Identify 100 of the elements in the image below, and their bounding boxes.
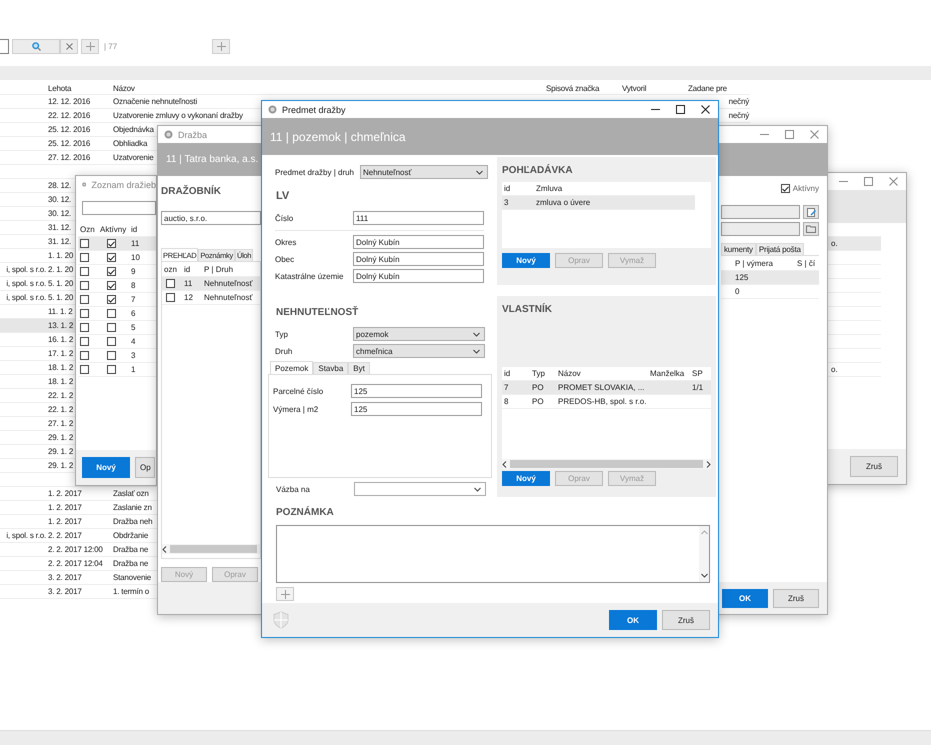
edit-button[interactable] (803, 205, 819, 219)
search-field[interactable] (82, 201, 156, 215)
column-header[interactable]: Zadane pre (687, 84, 728, 92)
checkbox[interactable] (80, 253, 89, 262)
column-header[interactable]: P | výmera (733, 259, 775, 268)
select-field[interactable] (354, 482, 486, 496)
checkbox[interactable] (80, 337, 89, 346)
button[interactable]: Zruš (773, 589, 819, 608)
column-header[interactable]: Názov (112, 84, 136, 92)
checkbox[interactable] (80, 267, 89, 276)
checkbox[interactable] (107, 365, 116, 374)
column-header[interactable]: id (502, 369, 512, 378)
column-header[interactable]: Spisová značka (545, 84, 600, 92)
checkbox[interactable] (780, 184, 790, 193)
checkbox[interactable] (166, 279, 175, 288)
column-header[interactable]: ozn (162, 265, 179, 274)
text-field[interactable] (721, 205, 800, 219)
checkbox[interactable] (107, 337, 116, 346)
note-field[interactable] (276, 525, 710, 583)
text-field[interactable] (721, 222, 800, 236)
checkbox[interactable] (166, 293, 175, 302)
column-header[interactable]: Typ (530, 369, 547, 378)
column-header[interactable]: Názov (556, 369, 583, 378)
text-field[interactable]: Dolný Kubín (353, 252, 484, 266)
checkbox[interactable] (80, 351, 89, 360)
table-cell-text: 9 (130, 267, 136, 276)
checkbox[interactable] (80, 239, 89, 248)
section-heading: POZNÁMKA (276, 507, 334, 518)
column-header[interactable]: Vytvoril (621, 84, 648, 92)
clear-button[interactable] (60, 39, 78, 54)
add-button[interactable] (276, 587, 294, 601)
tab[interactable]: kumenty (721, 243, 756, 255)
close-icon (889, 177, 898, 186)
column-header[interactable]: Manželka (648, 369, 686, 378)
checkbox[interactable] (80, 309, 89, 318)
checkbox[interactable] (80, 323, 89, 332)
checkbox[interactable] (80, 365, 89, 374)
field-label: Katastrálne územie (275, 272, 344, 280)
column-header[interactable]: S | čí (795, 259, 818, 268)
add-button[interactable] (212, 39, 230, 54)
table-cell-text: 8 (130, 281, 136, 290)
text-field[interactable]: 125 (351, 402, 482, 416)
column-header[interactable]: id (182, 265, 192, 274)
column-header[interactable]: Ozn (78, 225, 97, 234)
folder-button[interactable] (803, 222, 819, 236)
column-header[interactable]: id (502, 184, 512, 193)
scrollbar[interactable] (502, 459, 711, 469)
select-field[interactable]: Nehnuteľnosť (360, 165, 488, 179)
checkbox[interactable] (107, 281, 116, 290)
checkbox[interactable] (107, 351, 116, 360)
maximize-icon (864, 177, 873, 186)
table-cell: Objednávka (112, 125, 155, 134)
window-title: Predmet dražby (282, 104, 346, 114)
checkbox[interactable] (107, 239, 116, 248)
field-label: Druh (275, 346, 294, 356)
button[interactable]: Zruš (662, 610, 710, 630)
tab[interactable]: Pozemok (270, 361, 314, 374)
checkbox[interactable] (107, 323, 116, 332)
checkbox[interactable] (107, 253, 116, 262)
text-field[interactable]: Dolný Kubín (353, 235, 484, 249)
button[interactable]: OK (722, 589, 768, 608)
table-cell: Dražba neh (112, 517, 154, 526)
checkbox[interactable] (107, 295, 116, 304)
text-field[interactable]: Dolný Kubín (353, 269, 484, 283)
button[interactable]: Nový (502, 471, 550, 486)
table-cell: nečný (728, 97, 750, 106)
record-title: 11 | pozemok | chmeľnica (270, 130, 406, 144)
table-cell-text: 8 (503, 397, 510, 406)
table-cell-text: 1/1 (691, 383, 704, 392)
text-field[interactable]: auctio, s.r.o. (161, 211, 261, 225)
button[interactable]: Nový (502, 253, 550, 268)
checkbox[interactable] (107, 309, 116, 318)
table-cell-text: Nehnuteľnosť (203, 293, 254, 302)
button[interactable]: Zruš (850, 456, 898, 477)
text-field[interactable]: 111 (353, 211, 484, 225)
search-field[interactable] (0, 39, 9, 54)
tab[interactable]: Byt (348, 362, 370, 374)
tab[interactable]: Stavba (313, 362, 348, 374)
button[interactable]: OK (609, 610, 657, 630)
table-cell: 1. 2. 2017 (47, 517, 83, 526)
table-cell: 29. 1. 2 (47, 447, 74, 456)
select-field[interactable]: pozemok (353, 327, 485, 341)
checkbox[interactable] (80, 295, 89, 304)
column-header[interactable]: Lehota (47, 84, 72, 92)
select-field[interactable]: chmeľnica (353, 344, 485, 358)
column-header[interactable]: Zmluva (534, 184, 564, 193)
scrollbar[interactable] (162, 544, 260, 554)
column-header[interactable]: Aktívny (98, 225, 128, 234)
chevron-down-icon (476, 170, 483, 174)
text-field[interactable]: 125 (351, 384, 482, 398)
tab[interactable]: Prijatá pošta (756, 243, 804, 255)
checkbox[interactable] (80, 281, 89, 290)
table-cell: 3. 2. 2017 (47, 587, 83, 596)
checkbox[interactable] (107, 267, 116, 276)
button[interactable]: Op (135, 457, 155, 478)
column-header[interactable]: P | Druh (202, 265, 236, 274)
search-button[interactable] (12, 39, 60, 54)
column-header[interactable]: id (129, 225, 140, 234)
column-header[interactable]: SP (690, 369, 705, 378)
button[interactable]: Nový (82, 457, 130, 478)
